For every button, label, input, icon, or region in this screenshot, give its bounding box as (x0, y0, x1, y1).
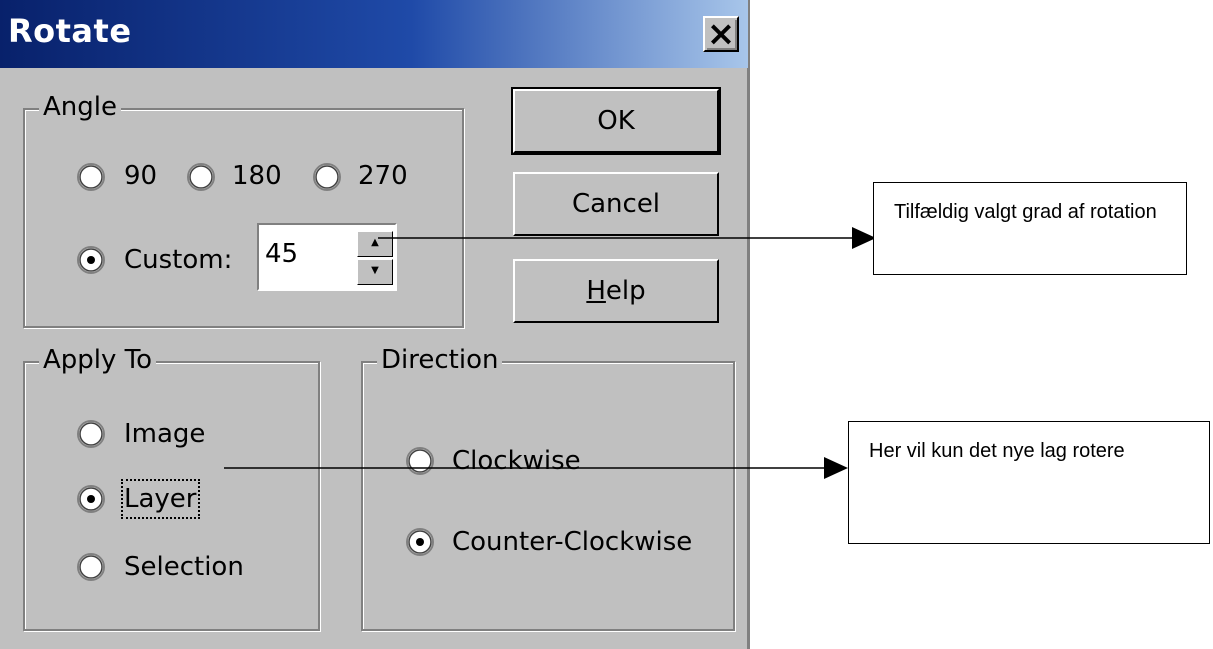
layer-callout-arrowhead (824, 457, 848, 479)
close-icon: × (706, 14, 736, 54)
close-button[interactable]: × (703, 14, 739, 54)
annotation-arrows (224, 227, 876, 479)
angle-annotation-text: Tilfældig valgt grad af rotation (894, 201, 1157, 223)
layer-annotation-text: Her vil kun det nye lag rotere (869, 440, 1125, 462)
angle-annotation-box: Tilfældig valgt grad af rotation (873, 182, 1187, 275)
layer-annotation-box: Her vil kun det nye lag rotere (848, 421, 1210, 544)
